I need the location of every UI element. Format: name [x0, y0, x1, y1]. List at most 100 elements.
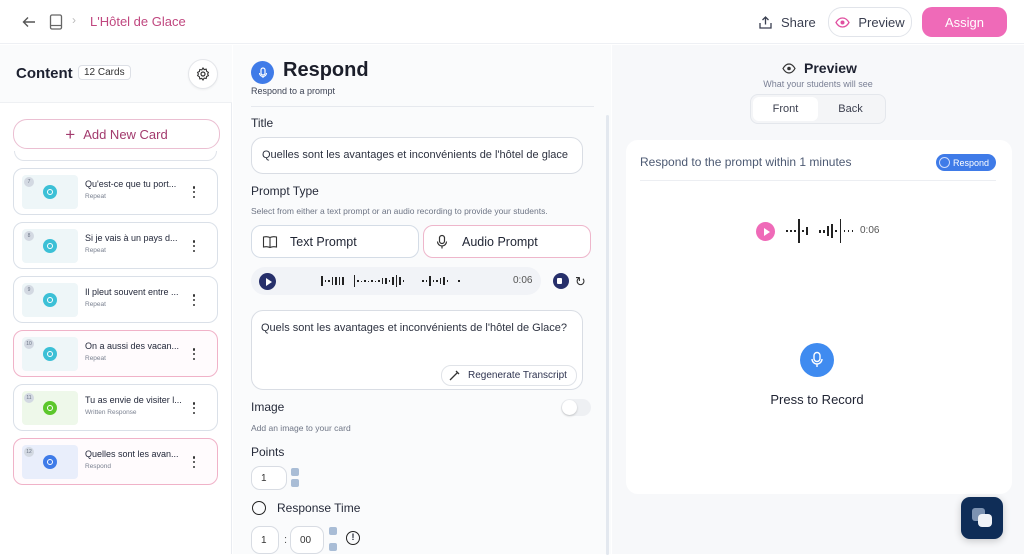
chat-support-button[interactable] [961, 497, 1003, 539]
play-button[interactable] [259, 273, 276, 290]
editor-scrollbar[interactable] [606, 115, 609, 555]
preview-audio-duration: 0:06 [860, 225, 880, 236]
waveform-bar [321, 276, 323, 286]
assign-button[interactable]: Assign [922, 7, 1007, 37]
waveform-bar [392, 277, 394, 285]
waveform-bar [446, 280, 448, 282]
open-book-icon [262, 235, 278, 248]
card-number: 9 [24, 285, 34, 295]
card-type-icon [43, 239, 57, 253]
card-type-icon [43, 185, 57, 199]
more-options-icon[interactable] [190, 346, 198, 362]
waveform-bar [831, 224, 833, 238]
more-options-icon[interactable] [190, 184, 198, 200]
tab-front[interactable]: Front [753, 97, 818, 121]
waveform-bar [388, 280, 390, 282]
share-label: Share [781, 14, 816, 30]
card-list-item[interactable]: 9 Il pleut souvent entre ... Repeat [13, 276, 218, 323]
tab-back[interactable]: Back [818, 97, 883, 121]
card-list-item[interactable]: 10 On a aussi des vacan... Repeat [13, 330, 218, 377]
plus-icon: + [65, 124, 76, 144]
eye-icon [835, 16, 851, 28]
preview-subtitle: What your students will see [763, 79, 873, 89]
card-type: Repeat [85, 247, 106, 254]
book-icon[interactable] [48, 13, 64, 31]
preview-title: Preview [804, 60, 857, 76]
divider [640, 180, 996, 181]
image-label: Image [251, 400, 285, 414]
preview-button[interactable]: Preview [828, 7, 912, 37]
title-input[interactable]: Quelles sont les avantages et inconvénie… [251, 137, 583, 174]
card-type: Written Response [85, 409, 137, 416]
settings-button[interactable] [188, 59, 218, 89]
preview-prompt-text: Respond to the prompt within 1 minutes [640, 155, 852, 169]
add-new-card-button[interactable]: + Add New Card [13, 119, 220, 149]
response-minutes-input[interactable]: 1 [251, 526, 279, 554]
waveform-bar [385, 278, 387, 284]
more-options-icon[interactable] [190, 292, 198, 308]
image-toggle[interactable] [561, 399, 591, 416]
front-back-toggle: Front Back [750, 94, 886, 124]
audio-waveform[interactable] [321, 274, 460, 288]
waveform-bar [422, 280, 424, 282]
breadcrumb[interactable]: L'Hôtel de Glace [90, 14, 186, 29]
text-prompt-label: Text Prompt [290, 234, 357, 249]
waveform-bar [367, 280, 369, 282]
clock-icon [252, 501, 266, 515]
volume-icon[interactable] [553, 273, 569, 289]
waveform-bar [847, 230, 850, 232]
waveform-bar [331, 277, 333, 285]
card-list-item[interactable]: 7 Qu'est-ce que tu port... Repeat [13, 168, 218, 215]
preview-heading: Preview [782, 60, 857, 76]
preview-waveform[interactable] [786, 219, 854, 243]
time-increment[interactable] [329, 527, 337, 535]
waveform-bar [802, 230, 804, 232]
image-hint: Add an image to your card [251, 423, 351, 433]
card-type-icon [43, 293, 57, 307]
waveform-bar [851, 230, 854, 232]
waveform-bar [399, 277, 401, 285]
preview-play-button[interactable] [756, 222, 775, 241]
waveform-bar [374, 280, 376, 282]
time-decrement[interactable] [329, 543, 337, 551]
preview-panel: Preview What your students will see Fron… [612, 45, 1024, 554]
card-type-icon [43, 347, 57, 361]
waveform-bar [823, 229, 825, 233]
points-increment[interactable] [291, 468, 299, 476]
regenerate-label: Regenerate Transcript [468, 370, 567, 381]
card-title: Qu'est-ce que tu port... [85, 179, 177, 189]
respond-icon [251, 61, 274, 84]
waveform-bar [835, 230, 838, 232]
more-options-icon[interactable] [190, 454, 198, 470]
microphone-icon [811, 351, 823, 367]
share-button[interactable]: Share [758, 10, 816, 34]
waveform-bar [371, 280, 373, 282]
audio-player: 0:06 [251, 267, 541, 295]
card-list-item[interactable]: 12 Quelles sont les avan... Respond [13, 438, 218, 485]
info-icon[interactable]: ! [346, 531, 360, 545]
waveform-bar [819, 229, 821, 233]
preview-label: Preview [858, 14, 905, 30]
waveform-bar [786, 230, 788, 232]
waveform-bar [425, 280, 427, 282]
waveform-bar [439, 278, 441, 284]
record-button[interactable] [800, 343, 834, 377]
card-list-item[interactable]: 11 Tu as envie de visiter l... Written Res… [13, 384, 218, 431]
card-title: Tu as envie de visiter l... [85, 395, 182, 405]
card-list-item[interactable]: 8 Si je vais à un pays d... Repeat [13, 222, 218, 269]
arrow-left-icon[interactable] [20, 13, 38, 31]
points-decrement[interactable] [291, 479, 299, 487]
more-options-icon[interactable] [190, 400, 198, 416]
refresh-icon[interactable]: ↻ [575, 274, 586, 290]
card-partial[interactable] [14, 151, 217, 161]
more-options-icon[interactable] [190, 238, 198, 254]
points-input[interactable]: 1 [251, 466, 287, 490]
eye-icon [782, 62, 796, 74]
regenerate-transcript-button[interactable]: Regenerate Transcript [441, 365, 577, 386]
audio-prompt-option[interactable]: Audio Prompt [423, 225, 591, 258]
waveform-bar [429, 276, 431, 286]
text-prompt-option[interactable]: Text Prompt [251, 225, 419, 258]
response-seconds-input[interactable]: 00 [290, 526, 324, 554]
waveform-bar [432, 280, 434, 282]
card-number: 7 [24, 177, 34, 187]
